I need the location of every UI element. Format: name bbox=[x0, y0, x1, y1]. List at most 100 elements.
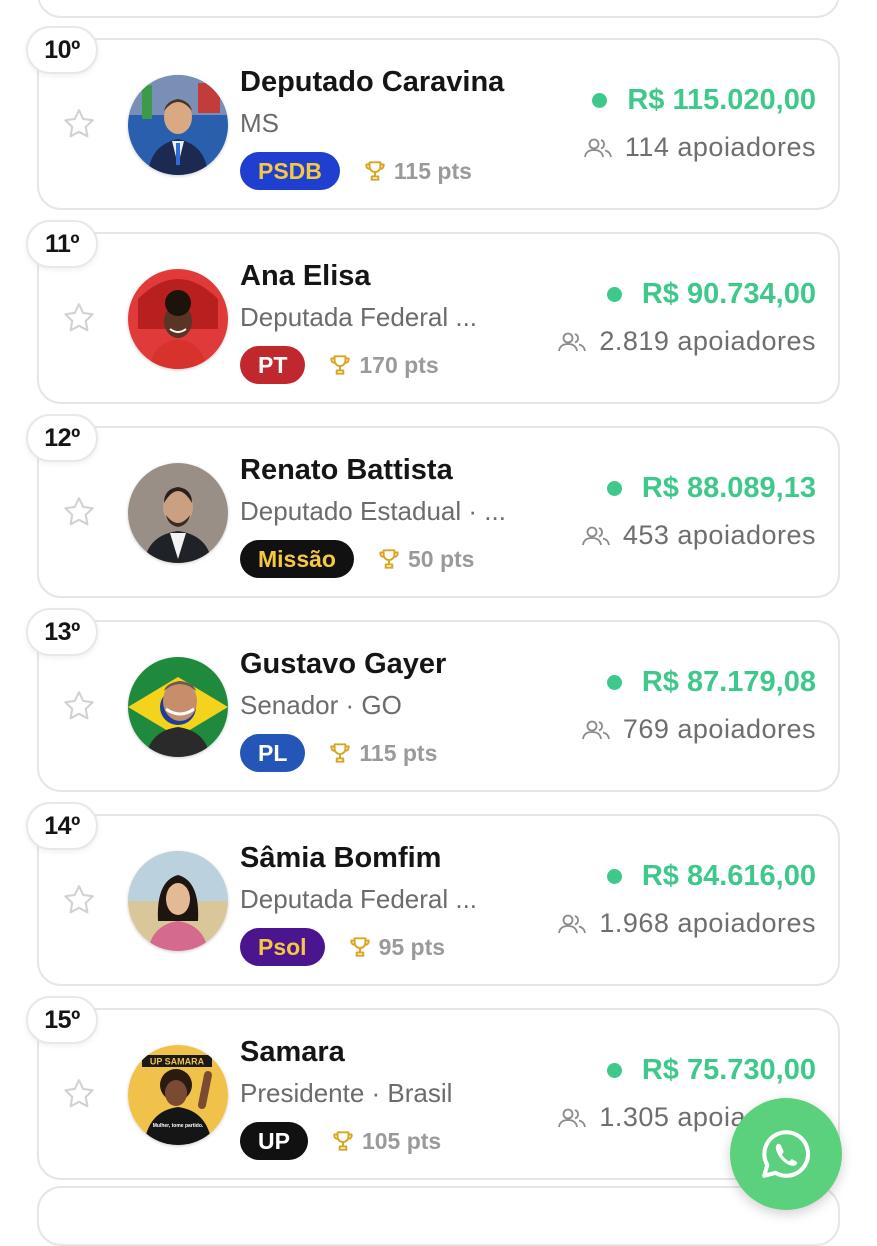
users-icon bbox=[558, 1108, 587, 1127]
amount: R$ 75.730,00 bbox=[606, 1054, 816, 1087]
points-label: 115 pts bbox=[359, 739, 438, 766]
supporters: 769 apoiadores bbox=[581, 714, 816, 745]
avatar bbox=[128, 269, 228, 369]
supporters-label: 1.968 apoiadores bbox=[599, 908, 816, 938]
avatar bbox=[128, 75, 228, 175]
supporters: 2.819 apoiadores bbox=[557, 326, 816, 357]
trophy-icon bbox=[330, 355, 351, 375]
candidate-role: Deputada Federal ... bbox=[240, 884, 478, 914]
star-outline-icon[interactable] bbox=[61, 494, 97, 530]
amount: R$ 84.616,00 bbox=[606, 860, 816, 893]
ranking-card[interactable]: 14º Sâmia Bomfim Deputada Federal ... Ps… bbox=[26, 802, 840, 986]
rank-badge: 13º bbox=[26, 608, 98, 656]
supporters-label: 114 apoiadores bbox=[624, 132, 816, 162]
rank-badge: 12º bbox=[26, 414, 98, 462]
badge-row: PSDB 115 pts bbox=[240, 152, 472, 190]
users-icon bbox=[558, 332, 587, 351]
supporters-label: 2.819 apoiadores bbox=[599, 326, 816, 356]
badge-row: Psol 95 pts bbox=[240, 928, 445, 966]
rank-badge: 14º bbox=[26, 802, 98, 850]
avatar-banner-text: UP SAMARA bbox=[150, 1057, 205, 1067]
rank-badge: 15º bbox=[26, 996, 98, 1044]
candidate-name: Samara bbox=[240, 1036, 345, 1068]
star-outline-icon[interactable] bbox=[61, 688, 97, 724]
candidate-name: Sâmia Bomfim bbox=[240, 842, 442, 874]
ranking-card-partial-top[interactable] bbox=[37, 0, 840, 18]
whatsapp-button[interactable] bbox=[730, 1098, 842, 1210]
points-label: 170 pts bbox=[359, 351, 439, 378]
status-dot bbox=[592, 93, 608, 108]
candidate-name: Renato Battista bbox=[240, 454, 453, 486]
points: 170 pts bbox=[327, 351, 439, 379]
ranking-card[interactable]: 15º UP SAMARA Mulher, tome partido. Sama… bbox=[26, 996, 840, 1180]
star-outline-icon[interactable] bbox=[61, 882, 97, 918]
party-badge: Missão bbox=[240, 540, 354, 578]
party-badge: Psol bbox=[240, 928, 325, 966]
supporters-label: 769 apoiadores bbox=[622, 714, 816, 744]
candidate-role: MS bbox=[240, 108, 279, 138]
users-icon bbox=[581, 526, 610, 545]
avatar bbox=[128, 657, 228, 757]
points-label: 95 pts bbox=[378, 933, 446, 960]
status-dot bbox=[606, 481, 622, 496]
party-badge: PSDB bbox=[240, 152, 340, 190]
status-dot bbox=[606, 675, 622, 690]
users-icon bbox=[583, 138, 612, 157]
star-outline-icon[interactable] bbox=[61, 1076, 97, 1112]
points: 115 pts bbox=[362, 158, 472, 185]
amount-value: R$ 115.020,00 bbox=[627, 84, 816, 116]
points: 50 pts bbox=[376, 546, 474, 573]
rank-badge: 10º bbox=[26, 26, 98, 74]
candidate-role: Senador · GO bbox=[240, 690, 402, 720]
whatsapp-icon bbox=[762, 1130, 811, 1178]
trophy-icon bbox=[365, 161, 385, 181]
supporters-label: 453 apoiadores bbox=[622, 520, 816, 550]
status-dot bbox=[606, 287, 622, 302]
status-dot bbox=[606, 869, 622, 884]
users-icon bbox=[558, 914, 587, 933]
party-badge: UP bbox=[240, 1122, 308, 1160]
candidate-role: Deputada Federal ... bbox=[240, 302, 478, 332]
trophy-icon bbox=[379, 549, 399, 569]
amount-value: R$ 88.089,13 bbox=[641, 472, 816, 504]
trophy-icon bbox=[349, 937, 370, 957]
badge-row: UP 105 pts bbox=[240, 1122, 441, 1160]
ranking-card-partial-bottom[interactable] bbox=[37, 1186, 840, 1246]
star-outline-icon[interactable] bbox=[61, 106, 97, 142]
supporters: 453 apoiadores bbox=[581, 520, 816, 551]
avatar-shirt-text: Mulher, tome partido. bbox=[153, 1123, 204, 1129]
rank-badge: 11º bbox=[26, 220, 98, 268]
candidate-role: Deputado Estadual · ... bbox=[240, 496, 506, 526]
badge-row: PL 115 pts bbox=[240, 734, 437, 772]
points: 105 pts bbox=[330, 1128, 441, 1155]
amount: R$ 88.089,13 bbox=[606, 472, 816, 505]
points: 95 pts bbox=[347, 934, 445, 961]
users-icon bbox=[581, 720, 610, 739]
amount-value: R$ 84.616,00 bbox=[641, 860, 816, 892]
party-badge: PL bbox=[240, 734, 306, 772]
candidate-name: Deputado Caravina bbox=[240, 66, 505, 98]
amount-value: R$ 90.734,00 bbox=[641, 278, 816, 310]
points-label: 115 pts bbox=[393, 157, 472, 184]
badge-row: Missão 50 pts bbox=[240, 540, 474, 578]
ranking-card[interactable]: 13º Gustavo Gayer Senador · GO PL 115 pt… bbox=[26, 608, 840, 792]
avatar: UP SAMARA Mulher, tome partido. bbox=[128, 1045, 228, 1145]
ranking-card[interactable]: 12º Renato Battista Deputado Estadual · … bbox=[26, 414, 840, 598]
candidate-name: Ana Elisa bbox=[240, 260, 371, 292]
candidate-role: Presidente · Brasil bbox=[240, 1078, 453, 1108]
candidate-name: Gustavo Gayer bbox=[240, 648, 447, 680]
amount: R$ 90.734,00 bbox=[606, 278, 816, 311]
badge-row: PT 170 pts bbox=[240, 346, 439, 384]
points-label: 105 pts bbox=[361, 1127, 442, 1154]
ranking-card[interactable]: 11º Ana Elisa Deputada Federal ... PT 17… bbox=[26, 220, 840, 404]
points: 115 pts bbox=[327, 740, 437, 767]
party-badge: PT bbox=[240, 346, 306, 384]
avatar bbox=[128, 463, 228, 563]
amount-value: R$ 75.730,00 bbox=[641, 1054, 816, 1086]
trophy-icon bbox=[330, 743, 351, 763]
ranking-card[interactable]: 10º Deputado Caravina MS PSDB 115 pts R$… bbox=[26, 26, 840, 210]
status-dot bbox=[606, 1063, 622, 1078]
amount: R$ 115.020,00 bbox=[592, 84, 816, 117]
supporters: 114 apoiadores bbox=[583, 132, 816, 163]
star-outline-icon[interactable] bbox=[61, 300, 97, 336]
